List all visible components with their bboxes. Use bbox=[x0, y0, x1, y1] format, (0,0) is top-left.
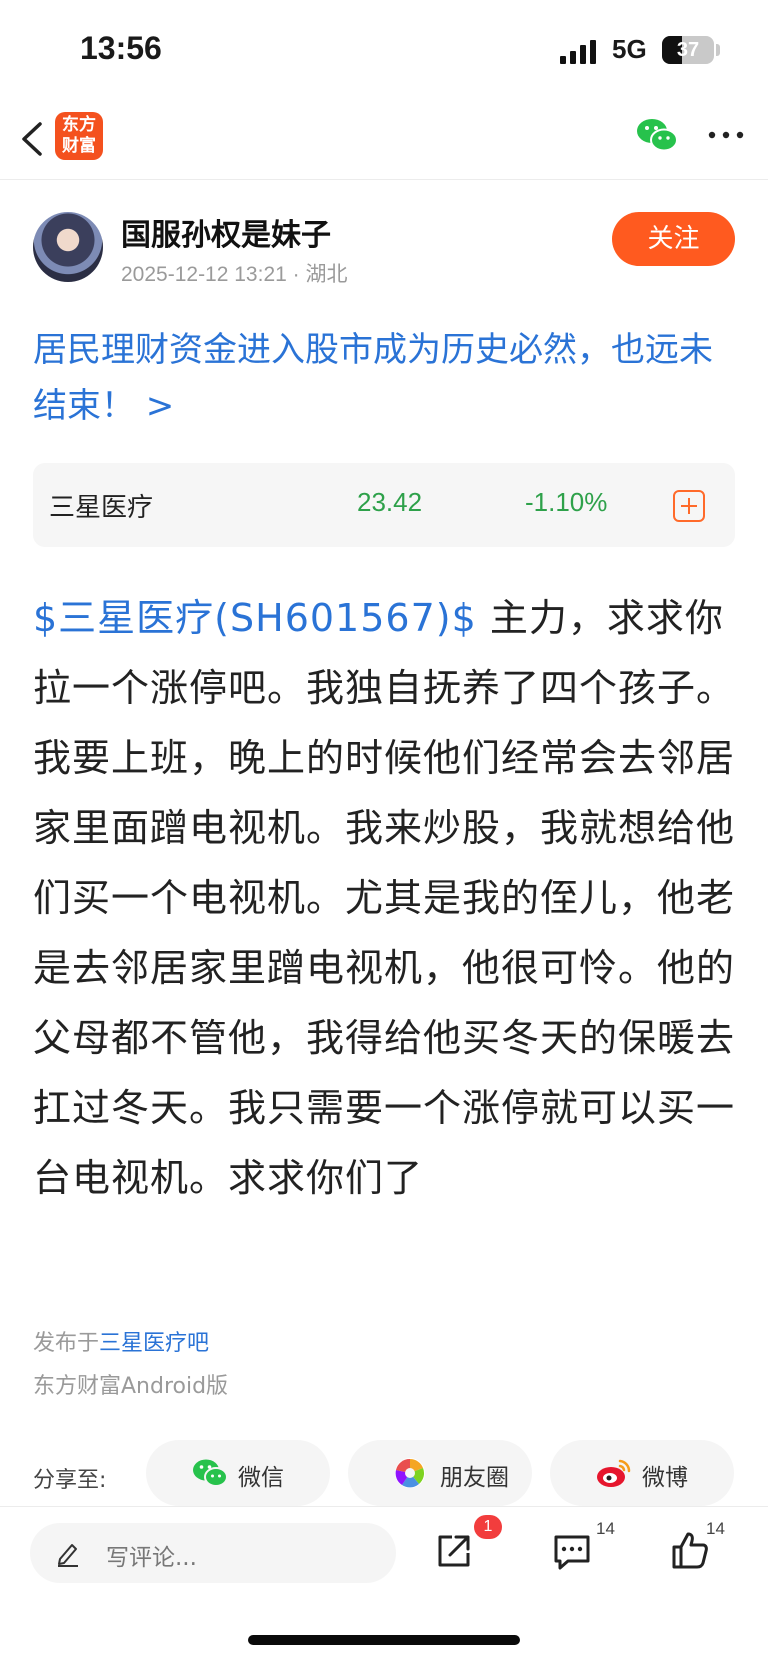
share-label: 分享至: bbox=[33, 1468, 107, 1493]
stock-card[interactable]: 三星医疗 23.42 -1.10% bbox=[33, 463, 735, 547]
post-page: 13:56 5G 37 东方 财富 国服孙权是妹子 2025-12-12 13:… bbox=[0, 0, 768, 1663]
share-moments-button[interactable]: 朋友圈 bbox=[348, 1440, 532, 1506]
nav-bar: 东方 财富 bbox=[0, 100, 768, 180]
more-icon[interactable] bbox=[704, 120, 748, 150]
share-weibo-button[interactable]: 微博 bbox=[550, 1440, 734, 1506]
share-icon[interactable] bbox=[432, 1529, 476, 1573]
forum-prefix: 发布于 bbox=[33, 1331, 100, 1356]
like-count: 14 bbox=[706, 1519, 725, 1538]
comment-placeholder: 写评论... bbox=[106, 1545, 197, 1571]
share-weibo-label: 微博 bbox=[642, 1465, 688, 1491]
moments-icon bbox=[395, 1458, 425, 1488]
follow-button[interactable]: 关注 bbox=[612, 212, 735, 266]
stock-name: 三星医疗 bbox=[49, 493, 154, 523]
app-logo[interactable]: 东方 财富 bbox=[55, 112, 103, 160]
back-icon[interactable] bbox=[14, 114, 58, 164]
comment-input[interactable]: 写评论... bbox=[30, 1523, 396, 1583]
stock-price: 23.42 bbox=[357, 487, 423, 517]
share-wechat-button[interactable]: 微信 bbox=[146, 1440, 330, 1506]
stock-change: -1.10% bbox=[525, 487, 608, 517]
share-wechat-label: 微信 bbox=[238, 1465, 284, 1491]
post-text: 主力，求求你拉一个涨停吧。我独自抚养了四个孩子。我要上班，晚上的时候他们经常会去… bbox=[33, 596, 736, 1200]
status-bar: 13:56 5G 37 bbox=[0, 0, 768, 100]
wechat-icon[interactable] bbox=[636, 116, 678, 154]
battery-icon: 37 bbox=[662, 36, 714, 64]
home-indicator bbox=[248, 1635, 520, 1645]
network-type: 5G bbox=[612, 34, 647, 64]
status-time: 13:56 bbox=[80, 30, 162, 66]
comment-count: 14 bbox=[596, 1519, 615, 1538]
share-moments-label: 朋友圈 bbox=[440, 1465, 509, 1491]
share-badge: 1 bbox=[474, 1515, 502, 1539]
logo-line-1: 东方 bbox=[62, 115, 96, 135]
headline-link[interactable]: 居民理财资金进入股市成为历史必然，也远未结束！ > bbox=[33, 322, 733, 434]
avatar[interactable] bbox=[33, 212, 103, 282]
source-client: 东方财富Android版 bbox=[33, 1374, 229, 1399]
bottom-bar: 写评论... 1 14 14 bbox=[0, 1506, 768, 1663]
author-name[interactable]: 国服孙权是妹子 bbox=[121, 210, 331, 254]
battery-level: 37 bbox=[676, 39, 700, 61]
post-body: $三星医疗(SH601567)$ 主力，求求你拉一个涨停吧。我独自抚养了四个孩子… bbox=[33, 583, 737, 1213]
comment-icon[interactable] bbox=[550, 1529, 594, 1573]
stock-tag-link[interactable]: $三星医疗(SH601567)$ bbox=[33, 596, 477, 640]
add-watchlist-icon[interactable] bbox=[673, 490, 705, 522]
pen-icon bbox=[58, 1544, 78, 1567]
signal-icon bbox=[560, 40, 596, 64]
source-forum: 发布于三星医疗吧 bbox=[33, 1325, 209, 1357]
forum-link[interactable]: 三星医疗吧 bbox=[99, 1331, 209, 1356]
logo-line-2: 财富 bbox=[62, 136, 96, 156]
weibo-icon bbox=[597, 1459, 631, 1487]
post-meta: 2025-12-12 13:21 · 湖北 bbox=[121, 263, 348, 286]
wechat-icon bbox=[193, 1459, 228, 1487]
